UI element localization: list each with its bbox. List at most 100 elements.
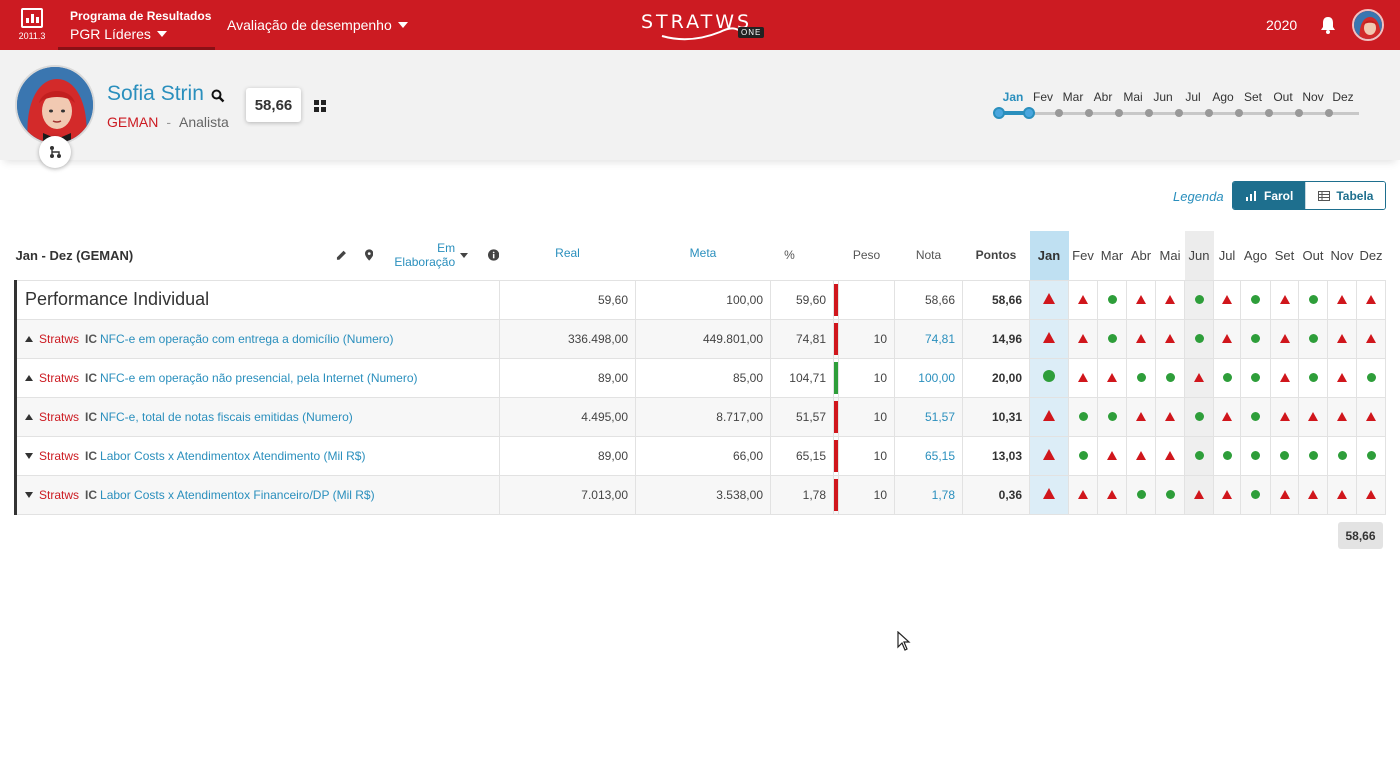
hierarchy-button[interactable]	[39, 136, 71, 168]
header-month[interactable]: Out	[1299, 231, 1328, 280]
indicator-link[interactable]: NFC-e em operação não presencial, pela I…	[100, 371, 417, 385]
month-status-cell[interactable]	[1356, 435, 1386, 476]
year-selector[interactable]: 2020	[1266, 17, 1297, 33]
month-status-cell[interactable]	[1126, 318, 1156, 359]
month-status-cell[interactable]	[1240, 318, 1271, 359]
month-status-cell[interactable]	[1155, 435, 1185, 476]
timeline-dot[interactable]	[1295, 109, 1303, 117]
month-status-cell[interactable]	[1356, 396, 1386, 437]
header-month[interactable]: Mai	[1156, 231, 1185, 280]
month-status-cell[interactable]	[1126, 435, 1156, 476]
bell-icon[interactable]	[1318, 15, 1338, 35]
month-status-cell[interactable]	[1155, 357, 1185, 398]
header-month[interactable]: Set	[1271, 231, 1299, 280]
timeline-month[interactable]: Mai	[1123, 90, 1142, 104]
program-selector[interactable]: Programa de Resultados PGR Líderes	[58, 0, 215, 50]
month-status-cell[interactable]	[1298, 318, 1328, 359]
indicator-link[interactable]: Labor Costs x Atendimentox Atendimento (…	[100, 449, 365, 463]
month-status-cell[interactable]	[1184, 318, 1214, 359]
timeline-dot[interactable]	[1085, 109, 1093, 117]
timeline-month[interactable]: Mar	[1063, 90, 1084, 104]
month-status-cell[interactable]	[1240, 474, 1271, 515]
month-status-cell[interactable]	[1213, 474, 1241, 515]
header-month[interactable]: Fev	[1069, 231, 1098, 280]
timeline-dot[interactable]	[1145, 109, 1153, 117]
tabela-view-button[interactable]: Tabela	[1305, 182, 1386, 209]
month-status-cell[interactable]	[1155, 396, 1185, 437]
farol-view-button[interactable]: Farol	[1233, 182, 1306, 209]
timeline-dot[interactable]	[1055, 109, 1063, 117]
month-status-cell[interactable]	[1184, 435, 1214, 476]
month-status-cell[interactable]	[1240, 357, 1271, 398]
month-status-cell[interactable]	[1298, 474, 1328, 515]
timeline-month[interactable]: Jan	[1003, 90, 1024, 104]
month-status-cell[interactable]	[1097, 396, 1127, 437]
timeline-month[interactable]: Jul	[1185, 90, 1200, 104]
timeline-dot[interactable]	[1325, 109, 1333, 117]
month-status-cell[interactable]	[1029, 318, 1069, 359]
month-status-cell[interactable]	[1097, 318, 1127, 359]
arrow-up-icon[interactable]	[25, 375, 33, 382]
month-status-cell[interactable]	[1356, 279, 1386, 320]
indicator-link[interactable]: NFC-e, total de notas fiscais emitidas (…	[100, 410, 353, 424]
header-month[interactable]: Mar	[1098, 231, 1127, 280]
month-status-cell[interactable]	[1240, 279, 1271, 320]
status-dropdown[interactable]: Em Elaboração	[364, 241, 469, 269]
timeline-dot[interactable]	[1235, 109, 1243, 117]
indicator-link[interactable]: Labor Costs x Atendimentox Financeiro/DP…	[100, 488, 375, 502]
month-status-cell[interactable]	[1155, 474, 1185, 515]
user-avatar[interactable]	[1352, 9, 1384, 41]
month-status-cell[interactable]	[1298, 435, 1328, 476]
app-home-button[interactable]: 2011.3	[18, 8, 46, 41]
header-month[interactable]: Dez	[1357, 231, 1386, 280]
month-status-cell[interactable]	[1029, 396, 1069, 437]
month-status-cell[interactable]	[1213, 318, 1241, 359]
month-status-cell[interactable]	[1240, 435, 1271, 476]
month-status-cell[interactable]	[1270, 357, 1299, 398]
month-status-cell[interactable]	[1356, 474, 1386, 515]
header-month[interactable]: Ago	[1241, 231, 1271, 280]
timeline-month[interactable]: Jun	[1153, 90, 1172, 104]
month-status-cell[interactable]	[1327, 318, 1357, 359]
month-status-cell[interactable]	[1126, 474, 1156, 515]
month-status-cell[interactable]	[1270, 279, 1299, 320]
program-dropdown[interactable]: PGR Líderes	[70, 26, 215, 42]
grid-icon[interactable]	[314, 100, 326, 112]
timeline-month[interactable]: Ago	[1212, 90, 1233, 104]
header-month[interactable]: Abr	[1127, 231, 1156, 280]
month-status-cell[interactable]	[1240, 396, 1271, 437]
month-status-cell[interactable]	[1155, 279, 1185, 320]
indicator-link[interactable]: NFC-e em operação com entrega a domicíli…	[100, 332, 393, 346]
timeline-month[interactable]: Dez	[1332, 90, 1353, 104]
month-status-cell[interactable]	[1184, 357, 1214, 398]
month-status-cell[interactable]	[1126, 396, 1156, 437]
timeline-dot[interactable]	[993, 107, 1005, 119]
month-status-cell[interactable]	[1270, 474, 1299, 515]
month-status-cell[interactable]	[1126, 357, 1156, 398]
month-status-cell[interactable]	[1097, 279, 1127, 320]
timeline-dot[interactable]	[1175, 109, 1183, 117]
timeline-dot[interactable]	[1205, 109, 1213, 117]
arrow-down-icon[interactable]	[25, 453, 33, 460]
header-month[interactable]: Jul	[1214, 231, 1241, 280]
month-status-cell[interactable]	[1126, 279, 1156, 320]
timeline-month[interactable]: Set	[1244, 90, 1262, 104]
month-status-cell[interactable]	[1270, 435, 1299, 476]
timeline-month[interactable]: Abr	[1094, 90, 1113, 104]
legend-link[interactable]: Legenda	[1173, 189, 1224, 204]
month-status-cell[interactable]	[1097, 474, 1127, 515]
month-status-cell[interactable]	[1298, 279, 1328, 320]
timeline-month[interactable]: Fev	[1033, 90, 1053, 104]
arrow-up-icon[interactable]	[25, 336, 33, 343]
month-status-cell[interactable]	[1327, 474, 1357, 515]
search-icon[interactable]	[211, 89, 225, 108]
month-status-cell[interactable]	[1029, 279, 1069, 320]
header-month[interactable]: Jan	[1029, 231, 1069, 280]
month-status-cell[interactable]	[1213, 357, 1241, 398]
month-status-cell[interactable]	[1213, 396, 1241, 437]
month-status-cell[interactable]	[1327, 279, 1357, 320]
month-status-cell[interactable]	[1298, 396, 1328, 437]
arrow-down-icon[interactable]	[25, 492, 33, 499]
month-status-cell[interactable]	[1155, 318, 1185, 359]
month-status-cell[interactable]	[1270, 396, 1299, 437]
